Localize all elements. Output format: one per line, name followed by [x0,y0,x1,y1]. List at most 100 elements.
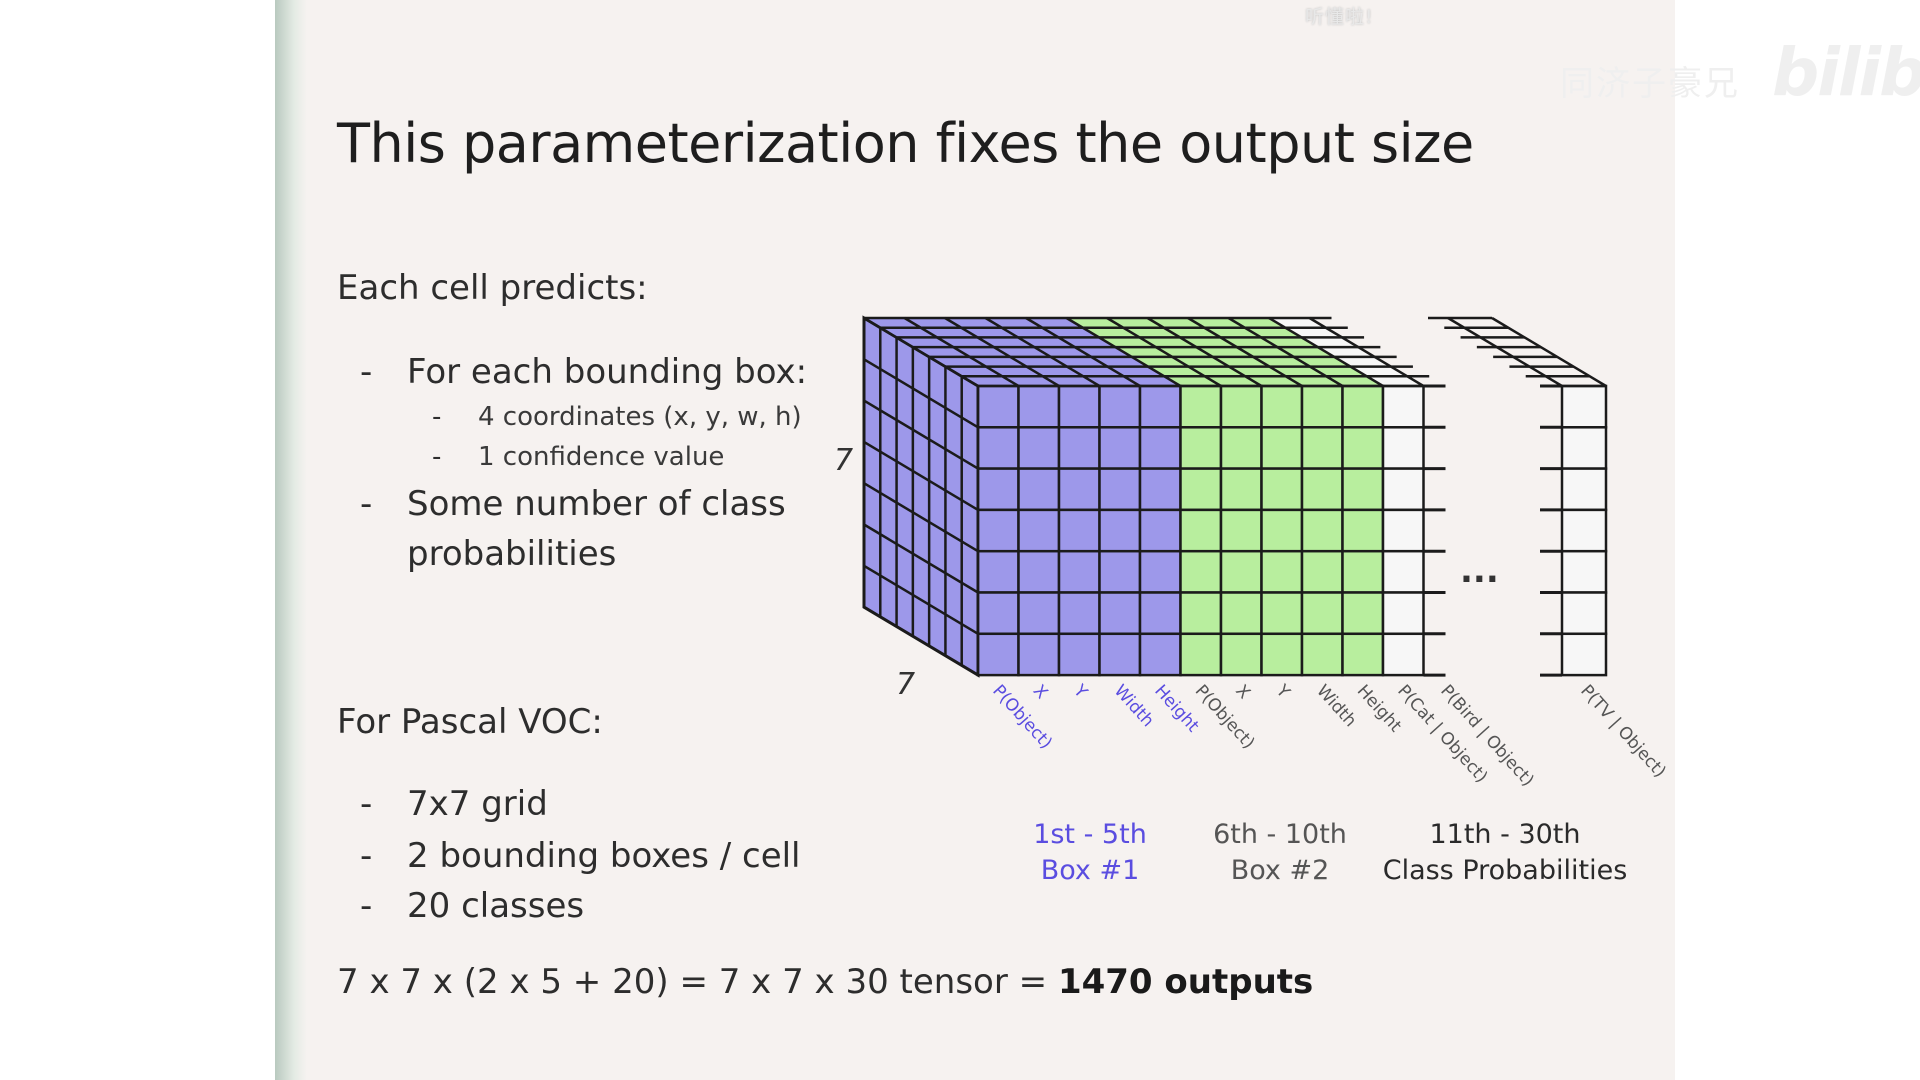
tensor-cell [1138,426,1182,470]
tensor-cell [1219,384,1263,429]
dimension-height-label: 7 [834,443,853,478]
class-slab-cell [1560,549,1608,594]
tensor-cell [1098,426,1142,470]
tensor-cell [1098,467,1142,512]
ellipsis: ... [1460,551,1499,591]
tensor-cell [1219,591,1263,636]
channel-label: P(TV | Object) [1576,681,1669,782]
tensor-cell [1381,591,1425,636]
tensor-cell [1057,549,1101,594]
tensor-cell [976,591,1020,636]
group-range-label: 11th - 30th [1429,819,1580,850]
tensor-cell [1098,632,1142,677]
tensor-cell [1179,591,1223,636]
tensor-cell [1381,384,1425,429]
channel-label: X [1029,681,1052,703]
group-name-label: Box #1 [1041,855,1140,886]
tensor-cell [1219,467,1263,512]
tensor-cell [1341,508,1385,553]
tensor-cell [1017,508,1061,553]
tensor-cell [1057,384,1101,429]
class-slab-cell [1560,508,1608,553]
tensor-cell [1138,508,1182,553]
tensor-diagram: ...77 P(Object)X Y WidthHeightP(Object)X Y Wi… [834,315,1670,886]
tensor-cell [1017,426,1061,470]
tensor-cell [1341,632,1385,677]
channel-label: X [1231,681,1254,703]
watermark-logo: bilibili [1772,34,1920,111]
tensor-cell [1300,426,1344,470]
dimension-depth-label: 7 [896,667,915,702]
tensor-cell [1381,467,1425,512]
tensor-cell [1138,549,1182,594]
tensor-cell [1260,384,1304,429]
tensor-cell [976,467,1020,512]
tensor-cell [1057,632,1101,677]
tensor-cell [1300,591,1344,636]
tensor-cell [1179,508,1223,553]
channel-label: Y [1069,680,1092,702]
tensor-cell [1057,467,1101,512]
tensor-cell [1341,591,1385,636]
tensor-cell [1260,632,1304,677]
tensor-cell [1341,426,1385,470]
tensor-cell [976,632,1020,677]
tensor-cell [1219,632,1263,677]
tensor-cell [1300,508,1344,553]
tensor-cell [976,384,1020,429]
group-range-label: 1st - 5th [1033,819,1147,850]
tensor-cell [1017,467,1061,512]
channel-label: Width [1312,681,1360,731]
class-slab-cell [1560,384,1608,429]
watermark-author: 同济子豪兄 [1560,64,1740,104]
tensor-cell [1179,426,1223,470]
tensor-cell [1098,591,1142,636]
tensor-cell [1260,426,1304,470]
class-slab-cell [1560,426,1608,470]
tensor-cell [1300,384,1344,429]
tensor-cell [1260,508,1304,553]
class-slab-cell [1560,467,1608,512]
tensor-cell [1138,591,1182,636]
tensor-cell [1179,549,1223,594]
tensor-cell [1341,467,1385,512]
tensor-cell [976,549,1020,594]
tensor-cell [1057,508,1101,553]
tensor-cell [1017,591,1061,636]
channel-label: Width [1110,681,1158,731]
class-slab-cell [1560,632,1608,677]
tensor-cell [1300,467,1344,512]
tensor-cell [1219,508,1263,553]
tensor-cell [1057,591,1101,636]
tensor-cell [1138,384,1182,429]
tensor-cell [1300,632,1344,677]
tensor-cell [1098,549,1142,594]
tensor-cell [976,508,1020,553]
tensor-cell [1017,632,1061,677]
class-slab-cell [1560,591,1608,636]
tensor-cell [1260,467,1304,512]
tensor-cell [1219,426,1263,470]
tensor-cell [1341,384,1385,429]
watermark-text: 听懂啦! [1305,6,1374,28]
group-name-label: Class Probabilities [1383,855,1628,886]
tensor-cell [1219,549,1263,594]
tensor-cell [1057,426,1101,470]
tensor-cell [1381,426,1425,470]
group-name-label: Box #2 [1231,855,1330,886]
tensor-cell [1381,632,1425,677]
tensor-cell [1381,549,1425,594]
tensor-cell [1260,591,1304,636]
channel-label: Y [1271,680,1294,702]
group-range-label: 6th - 10th [1213,819,1347,850]
tensor-cell [1341,549,1385,594]
tensor-cell [1179,632,1223,677]
tensor-cell [976,426,1020,470]
tensor-cell [1300,549,1344,594]
tensor-cell [1179,467,1223,512]
tensor-cell [1138,467,1182,512]
tensor-cell [1179,384,1223,429]
tensor-cell [1017,549,1061,594]
tensor-cell [1381,508,1425,553]
tensor-cell [1138,632,1182,677]
